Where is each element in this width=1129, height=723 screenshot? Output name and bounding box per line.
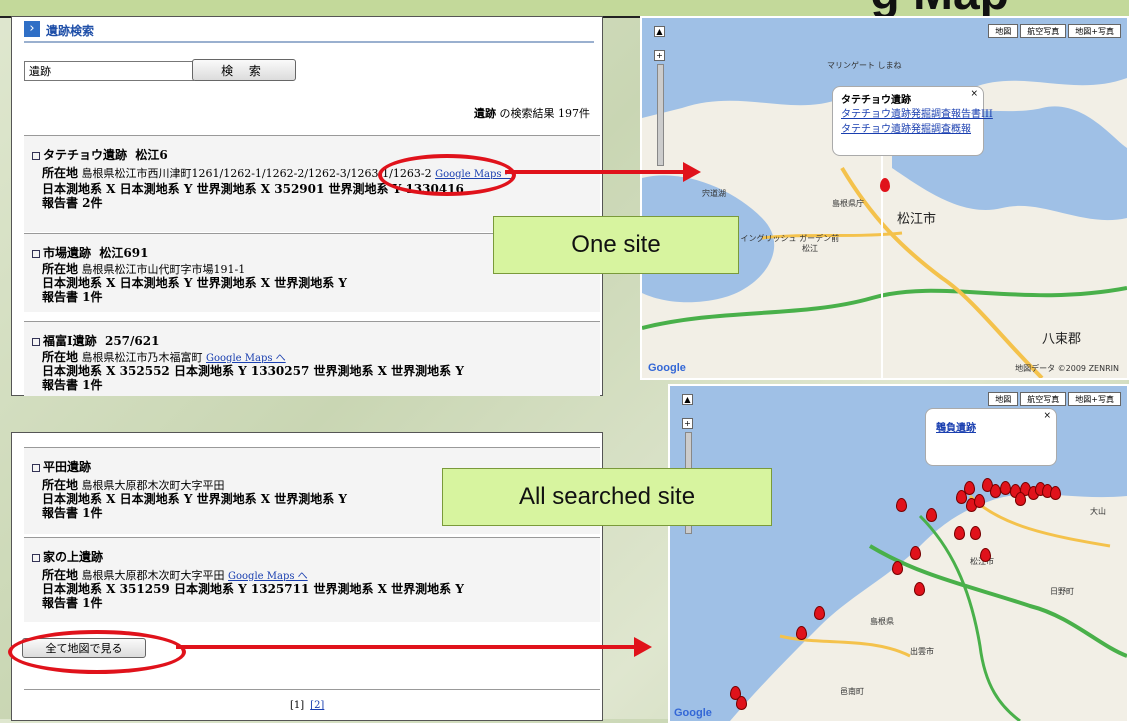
entry-title[interactable]: 福富Ⅰ遺跡 257/621 [32, 332, 159, 349]
map-marker-icon[interactable] [954, 526, 965, 540]
search-header-title: 遺跡検索 [46, 24, 95, 38]
map-info-window: タテチョウ遺跡 タテチョウ遺跡発掘調査報告書III タテチョウ遺跡発掘調査概報 … [832, 86, 993, 156]
map-place-label: 日野町 [1050, 587, 1074, 596]
map-place-label: 邑南町 [840, 687, 864, 696]
pagination: [1] [2] [290, 700, 324, 711]
map-place-label: 松江 [802, 244, 818, 253]
arrow-right-icon [505, 170, 685, 174]
entry-report: 報告書 1件 [42, 290, 103, 304]
entry-title[interactable]: 市場遺跡 松江691 [32, 244, 148, 261]
map-marker-icon[interactable] [796, 626, 807, 640]
page-next-link[interactable]: [2] [310, 700, 324, 711]
map-marker-icon[interactable] [892, 561, 903, 575]
map-place-label: マリンゲート しまね [827, 61, 902, 70]
map-marker-icon[interactable] [814, 606, 825, 620]
list-item: 家の上遺跡 所在地 島根県大原郡木次町大字平田 Google Maps へ 日本… [24, 537, 600, 622]
entry-title[interactable]: 平田遺跡 [32, 458, 91, 475]
map-place-label: 島根県 [870, 617, 894, 626]
bullet-icon [32, 249, 40, 258]
map-type-map[interactable]: 地図 [988, 24, 1019, 38]
entry-coords: 日本測地系 X 352552 日本測地系 Y 1330257 世界測地系 X 世… [42, 364, 464, 378]
search-input[interactable] [24, 61, 194, 81]
arrow-right-icon [176, 645, 636, 649]
bullet-icon [32, 463, 40, 472]
zoom-controls[interactable]: ▲ + [650, 26, 668, 176]
map-place-label: 島根県庁 [832, 199, 864, 208]
page-current: [1] [290, 700, 305, 711]
highlight-ellipse [8, 630, 186, 674]
close-icon[interactable]: × [970, 89, 978, 99]
map-marker-icon[interactable] [964, 481, 975, 495]
pan-up-icon[interactable]: ▲ [654, 26, 665, 37]
zoom-slider[interactable] [657, 64, 664, 166]
arrow-right-icon: › [24, 21, 40, 37]
zoom-in-icon[interactable]: + [682, 418, 693, 429]
entry-coords: 日本測地系 X 351259 日本測地系 Y 1325711 世界測地系 X 世… [42, 582, 464, 596]
list-item: 福富Ⅰ遺跡 257/621 所在地 島根県松江市乃木福富町 Google Map… [24, 321, 600, 396]
zoom-in-icon[interactable]: + [654, 50, 665, 61]
search-results-panel: › 遺跡検索 検 索 遺跡 の検索結果 197件 タテチョウ遺跡 松江6 所在地… [11, 16, 603, 396]
bullet-icon [32, 553, 40, 562]
map-place-label: 大山 [1090, 507, 1106, 516]
label-all-searched-site: All searched site [442, 468, 772, 526]
entry-title[interactable]: 家の上遺跡 [32, 548, 103, 565]
bullet-icon [32, 337, 40, 346]
map-marker-icon[interactable] [880, 178, 890, 192]
map-type-satellite[interactable]: 航空写真 [1020, 24, 1067, 38]
close-icon[interactable]: × [1043, 411, 1051, 421]
search-header: › 遺跡検索 [24, 21, 594, 43]
map-place-label: 出雲市 [910, 647, 934, 656]
result-count: 遺跡 の検索結果 197件 [474, 107, 590, 120]
map-info-window: 鵯負遺跡 × [925, 408, 1057, 466]
highlight-ellipse [378, 154, 516, 196]
bullet-icon [32, 151, 40, 160]
map-type-hybrid[interactable]: 地図+写真 [1068, 392, 1121, 406]
pan-up-icon[interactable]: ▲ [682, 394, 693, 405]
map-marker-icon[interactable] [914, 582, 925, 596]
divider [24, 689, 600, 690]
info-report-link[interactable]: タテチョウ遺跡発掘調査概報 [841, 120, 993, 135]
map-marker-icon[interactable] [736, 696, 747, 710]
map-marker-icon[interactable] [1050, 486, 1061, 500]
search-button[interactable]: 検 索 [192, 59, 296, 81]
entry-report: 報告書 1件 [42, 506, 103, 520]
map-place-label: 宍道湖 [702, 189, 726, 198]
entry-report: 報告書 1件 [42, 596, 103, 610]
map-attribution: 地図データ ©2009 ZENRIN [1015, 364, 1119, 373]
map-type-hybrid[interactable]: 地図+写真 [1068, 24, 1121, 38]
map-place-label: 松江 イングリッシュ ガーデン前 [722, 234, 840, 243]
map-city-label: 松江市 [897, 212, 937, 227]
map-marker-icon[interactable] [926, 508, 937, 522]
map-marker-icon[interactable] [896, 498, 907, 512]
map-marker-icon[interactable] [970, 526, 981, 540]
info-report-link[interactable]: タテチョウ遺跡発掘調査報告書III [841, 105, 993, 120]
google-logo-icon: Google [648, 362, 686, 374]
entry-title[interactable]: タテチョウ遺跡 松江6 [32, 146, 168, 163]
label-one-site: One site [493, 216, 739, 274]
map-marker-icon[interactable] [974, 494, 985, 508]
google-logo-icon: Google [674, 707, 712, 719]
entry-report: 報告書 2件 [42, 196, 103, 210]
map-one-site[interactable]: ▲ + 地図 航空写真 地図+写真 マリンゲート しまね 松江 イングリッシュ … [640, 16, 1129, 380]
map-type-satellite[interactable]: 航空写真 [1020, 392, 1067, 406]
map-all-sites[interactable]: ▲ + 地図 航空写真 地図+写真 出雲市 松江市 日野町 大山 島根県 邑南町… [668, 384, 1129, 723]
map-type-map[interactable]: 地図 [988, 392, 1019, 406]
map-type-buttons: 地図 航空写真 地図+写真 [986, 24, 1121, 38]
info-title-link[interactable]: 鵯負遺跡 [936, 419, 976, 434]
map-marker-icon[interactable] [1015, 492, 1026, 506]
arrow-head-icon [634, 637, 652, 657]
map-marker-icon[interactable] [980, 548, 991, 562]
map-marker-icon[interactable] [910, 546, 921, 560]
entry-report: 報告書 1件 [42, 378, 103, 392]
map-type-buttons: 地図 航空写真 地図+写真 [986, 392, 1121, 406]
map-place-label: 八束郡 [1042, 332, 1082, 347]
arrow-head-icon [683, 162, 701, 182]
map-canvas [670, 386, 1127, 721]
